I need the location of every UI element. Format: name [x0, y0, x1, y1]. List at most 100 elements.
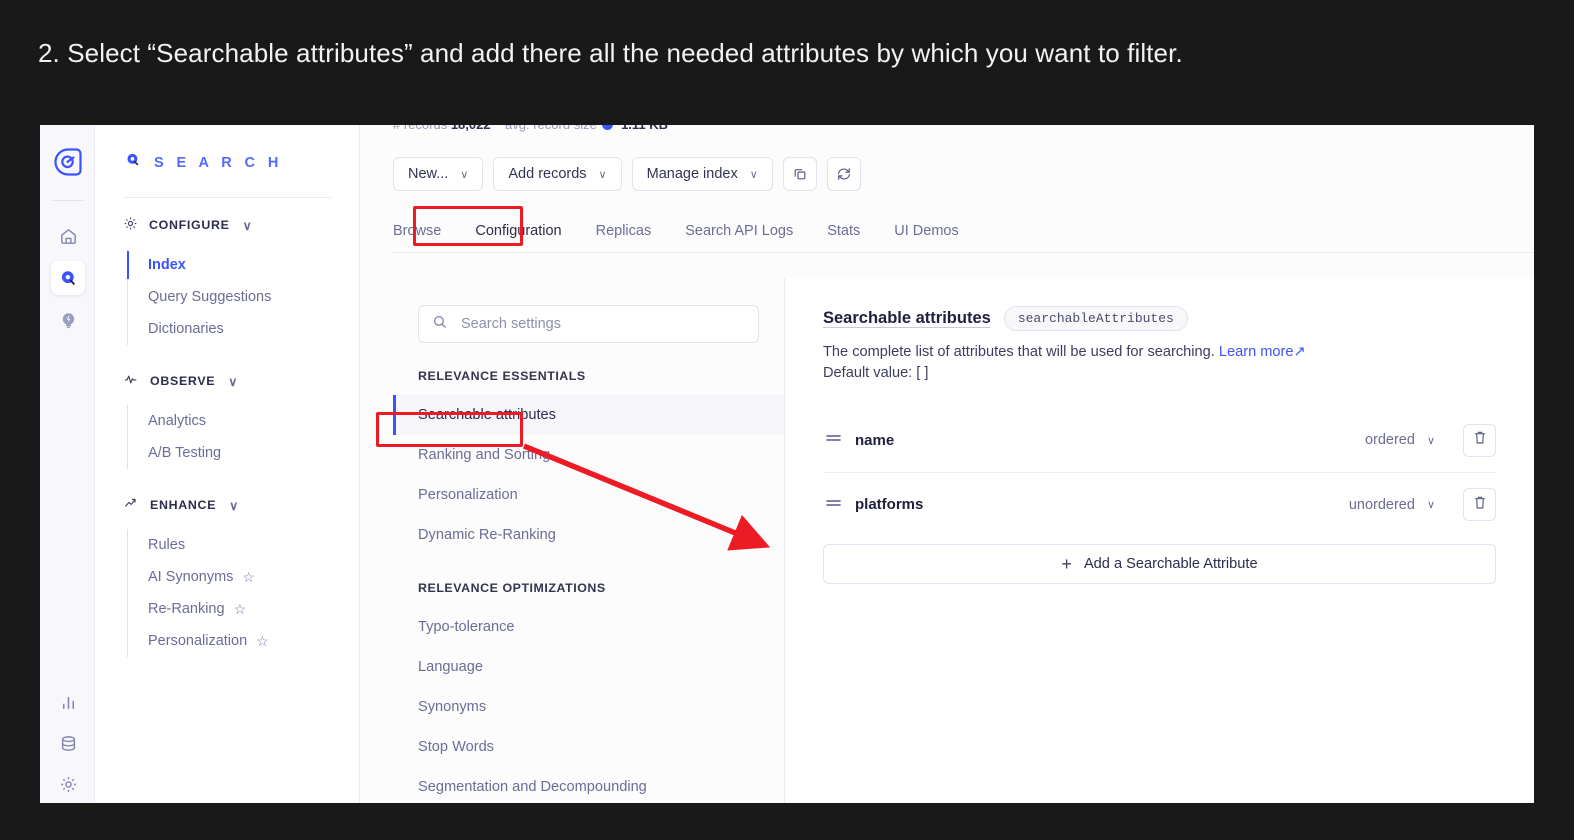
detail-description-text: The complete list of attributes that wil…	[823, 344, 1215, 360]
setting-label: Ranking and Sorting	[418, 447, 551, 463]
settings-section-header: RELEVANCE OPTIMIZATIONS	[418, 581, 606, 595]
chevron-down-icon: ∨	[242, 218, 253, 233]
sidebar-item-ai-synonyms[interactable]: AI Synonyms ☆	[128, 561, 359, 593]
tab-search-api-logs[interactable]: Search API Logs	[668, 210, 810, 253]
settings-list: Search settings RELEVANCE ESSENTIALS Sea…	[393, 278, 785, 803]
chevron-down-icon: ∨	[229, 498, 239, 513]
index-stats: # records 18,022 avg. record size 1.11 K…	[393, 125, 668, 132]
add-records-button[interactable]: Add records ∨	[493, 157, 622, 191]
sidebar-item-index[interactable]: Index	[127, 249, 359, 281]
sidebar-item-re-ranking[interactable]: Re-Ranking ☆	[128, 593, 359, 625]
star-icon: ☆	[256, 633, 269, 649]
search-settings-box[interactable]: Search settings	[418, 305, 759, 343]
table-row[interactable]: platforms unordered ∨	[823, 472, 1496, 536]
chevron-down-icon: ∨	[460, 168, 469, 181]
drag-handle-icon[interactable]	[825, 496, 855, 514]
setting-dynamic-re-ranking[interactable]: Dynamic Re-Ranking	[393, 515, 784, 555]
setting-ranking-and-sorting[interactable]: Ranking and Sorting	[393, 435, 784, 475]
delete-attribute-button[interactable]	[1463, 423, 1496, 457]
tab-label: Replicas	[595, 223, 652, 239]
tab-stats[interactable]: Stats	[810, 210, 877, 253]
rail-item-home[interactable]	[51, 219, 85, 253]
setting-language[interactable]: Language	[393, 647, 784, 687]
sidebar-item-dictionaries[interactable]: Dictionaries	[128, 313, 359, 345]
database-icon	[59, 734, 78, 753]
setting-label: Personalization	[418, 487, 518, 503]
setting-label: Dynamic Re-Ranking	[418, 527, 556, 543]
sidebar-group-label: OBSERVE	[150, 374, 216, 388]
setting-label: Stop Words	[418, 739, 494, 755]
sidebar-item-analytics[interactable]: Analytics	[128, 405, 359, 437]
refresh-index-button[interactable]	[826, 157, 861, 191]
chevron-down-icon: ∨	[598, 168, 607, 181]
drag-handle-icon[interactable]	[825, 431, 855, 449]
configuration-pane: Search settings RELEVANCE ESSENTIALS Sea…	[393, 278, 1534, 803]
new-button-label: New...	[408, 166, 449, 182]
index-tabs: Browse Configuration Replicas Search API…	[393, 210, 1534, 253]
records-label: # records	[393, 125, 447, 132]
rail-item-recommend[interactable]	[51, 303, 85, 337]
sidebar-item-label: Personalization	[148, 633, 248, 649]
home-icon	[59, 227, 78, 246]
star-icon: ☆	[242, 569, 255, 585]
manage-index-button[interactable]: Manage index ∨	[631, 157, 773, 191]
main-content: # records 18,022 avg. record size 1.11 K…	[360, 125, 1534, 803]
trash-icon	[1473, 430, 1487, 450]
sidebar-group-enhance[interactable]: ENHANCE ∨	[95, 489, 359, 521]
rail-item-analytics[interactable]	[51, 685, 85, 719]
tab-replicas[interactable]: Replicas	[579, 210, 669, 253]
sidebar-group-configure[interactable]: CONFIGURE ∨	[95, 209, 359, 241]
sidebar-item-personalization[interactable]: Personalization ☆	[128, 625, 359, 657]
add-records-button-label: Add records	[508, 166, 587, 182]
tab-label: UI Demos	[894, 223, 959, 239]
setting-stop-words[interactable]: Stop Words	[393, 727, 784, 767]
learn-more-link[interactable]: Learn more	[1219, 344, 1294, 360]
sidebar-group-observe[interactable]: OBSERVE ∨	[95, 365, 359, 397]
setting-segmentation-and-decompounding[interactable]: Segmentation and Decompounding	[393, 767, 784, 803]
attribute-mode-select[interactable]: unordered ∨	[1349, 497, 1435, 513]
sidebar-item-ab-testing[interactable]: A/B Testing	[128, 437, 359, 469]
size-dot-icon	[602, 125, 614, 130]
attribute-mode-value: unordered	[1348, 496, 1415, 513]
tab-configuration[interactable]: Configuration	[458, 210, 578, 253]
settings-section-header: RELEVANCE ESSENTIALS	[418, 369, 586, 383]
sidebar-group-items: Index Query Suggestions Dictionaries	[127, 249, 359, 345]
copy-index-button[interactable]	[782, 157, 817, 191]
sidebar-item-label: AI Synonyms	[148, 569, 234, 585]
new-button[interactable]: New... ∨	[393, 157, 484, 191]
attribute-mode-select[interactable]: ordered ∨	[1365, 432, 1435, 448]
chevron-down-icon: ∨	[749, 168, 758, 181]
setting-synonyms[interactable]: Synonyms	[393, 687, 784, 727]
sidebar-brand-label: S E A R C H	[154, 154, 283, 171]
detail-description: The complete list of attributes that wil…	[823, 342, 1496, 384]
rail-item-data-sources[interactable]	[51, 726, 85, 760]
sidebar-item-label: Query Suggestions	[148, 289, 272, 305]
sidebar-item-rules[interactable]: Rules	[128, 529, 359, 561]
rail-item-settings[interactable]	[51, 767, 85, 801]
sidebar-item-label: Re-Ranking	[148, 601, 225, 617]
search-icon	[432, 314, 448, 335]
search-settings-input[interactable]: Search settings	[461, 316, 561, 332]
sidebar-item-query-suggestions[interactable]: Query Suggestions	[128, 281, 359, 313]
tab-ui-demos[interactable]: UI Demos	[877, 210, 975, 253]
lightbulb-icon	[59, 311, 78, 330]
setting-typo-tolerance[interactable]: Typo-tolerance	[393, 607, 784, 647]
setting-personalization[interactable]: Personalization	[393, 475, 784, 515]
tab-browse[interactable]: Browse	[393, 210, 458, 253]
detail-header: Searchable attributes searchableAttribut…	[823, 306, 1496, 331]
table-row[interactable]: name ordered ∨	[823, 408, 1496, 472]
attribute-name: platforms	[855, 496, 924, 514]
add-searchable-attribute-button[interactable]: + Add a Searchable Attribute	[823, 544, 1496, 585]
attribute-name: name	[855, 431, 895, 449]
delete-attribute-button[interactable]	[1463, 488, 1496, 522]
setting-detail: Searchable attributes searchableAttribut…	[785, 278, 1534, 803]
sidebar-item-label: Rules	[148, 537, 186, 553]
setting-code-pill: searchableAttributes	[1003, 306, 1188, 331]
app-window: S E A R C H CONFIGURE ∨ Index Query Sugg…	[40, 125, 1534, 803]
search-pin-icon	[125, 152, 141, 173]
rail-item-search[interactable]	[51, 261, 85, 295]
pulse-icon	[123, 372, 139, 390]
setting-searchable-attributes[interactable]: Searchable attributes	[393, 395, 784, 435]
